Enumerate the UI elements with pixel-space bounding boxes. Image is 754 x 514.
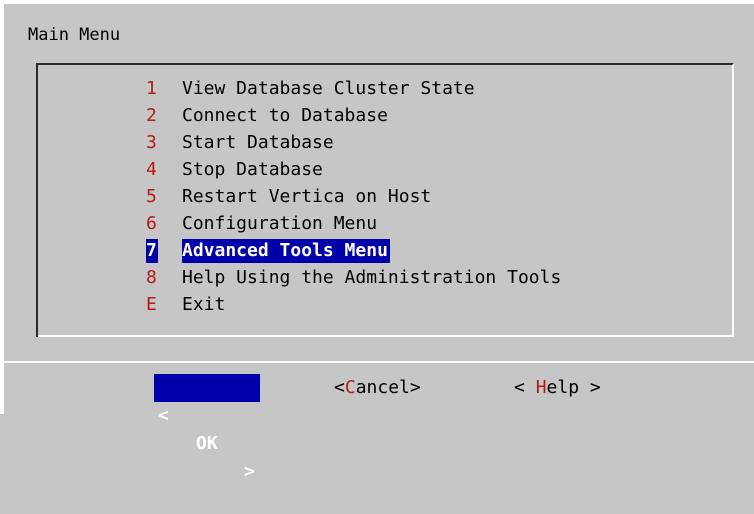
menu-item[interactable]: 6 Configuration Menu: [0, 212, 754, 236]
button-row: < OK > <Cancel> < Help >: [0, 374, 754, 482]
menu-item-label: Exit: [182, 294, 226, 315]
menu-item[interactable]: 3 Start Database: [0, 131, 754, 155]
menu-item-key: 5: [146, 186, 157, 207]
menu-item-label: Restart Vertica on Host: [182, 186, 432, 207]
help-bracket-left: <: [514, 377, 536, 398]
cancel-bracket-right: >: [409, 377, 421, 398]
help-hotkey: H: [535, 377, 547, 398]
menu-item-label: Configuration Menu: [182, 213, 378, 234]
menu-item-label: Start Database: [182, 132, 334, 153]
menu-item-label: Connect to Database: [182, 105, 388, 126]
help-button[interactable]: < Help >: [514, 374, 601, 402]
ok-bracket-right: >: [244, 461, 255, 482]
menu-item-key: 3: [146, 132, 157, 153]
menu-item[interactable]: 8 Help Using the Administration Tools: [0, 266, 754, 290]
cancel-hotkey: C: [344, 377, 356, 398]
help-button-label: elp: [546, 377, 580, 398]
dialog-title: Main Menu: [28, 25, 121, 45]
button-separator: [4, 361, 754, 363]
menu-item-label: View Database Cluster State: [182, 78, 475, 99]
menu-item-key: 6: [146, 213, 157, 234]
menu-item[interactable]: E Exit: [0, 293, 754, 317]
menu-item-key: 1: [146, 78, 157, 99]
menu-item[interactable]: 2 Connect to Database: [0, 104, 754, 128]
help-bracket-right: >: [579, 377, 601, 398]
menu-box-corner: [36, 320, 38, 337]
ok-button[interactable]: < OK >: [154, 374, 260, 482]
ok-bracket-left: <: [158, 405, 169, 426]
menu-item[interactable]: 4 Stop Database: [0, 158, 754, 182]
dialog-top-border: [0, 0, 754, 4]
cancel-button[interactable]: <Cancel>: [334, 374, 421, 402]
menu-item-label: Advanced Tools Menu: [182, 239, 390, 263]
menu-item[interactable]: 1 View Database Cluster State: [0, 77, 754, 101]
menu-item[interactable]: 7 Advanced Tools Menu: [0, 239, 754, 263]
cancel-bracket-left: <: [334, 377, 345, 398]
ok-button-label: OK: [196, 433, 218, 454]
menu-item[interactable]: 5 Restart Vertica on Host: [0, 185, 754, 209]
menu-item-key: E: [146, 294, 157, 315]
menu-item-label: Stop Database: [182, 159, 323, 180]
cancel-button-label: ancel: [355, 377, 410, 398]
menu-item-key: 8: [146, 267, 157, 288]
menu-item-key: 4: [146, 159, 157, 180]
menu-item-key: 7: [146, 239, 158, 263]
menu-item-key: 2: [146, 105, 157, 126]
menu-item-label: Help Using the Administration Tools: [182, 267, 562, 288]
